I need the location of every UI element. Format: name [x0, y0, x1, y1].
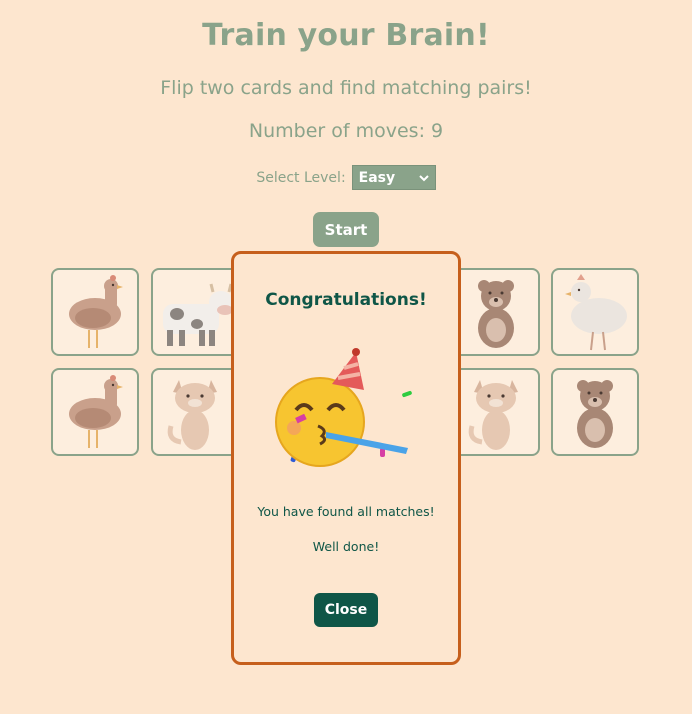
moves-counter: Number of moves: 9: [248, 120, 444, 142]
page-title: Train your Brain!: [202, 18, 490, 53]
bear-icon: [478, 280, 514, 348]
start-button[interactable]: Start: [313, 212, 379, 247]
modal-title: Congratulations!: [265, 290, 427, 310]
chicken-icon: [69, 275, 123, 348]
page-subtitle: Flip two cards and find matching pairs!: [160, 77, 532, 99]
card-bear[interactable]: [452, 268, 540, 356]
card-chicken[interactable]: [51, 268, 139, 356]
level-select[interactable]: Easy: [351, 165, 436, 190]
card-hen[interactable]: [551, 268, 639, 356]
level-selector-row: Select Level: Easy: [0, 165, 692, 190]
card-cat[interactable]: [452, 368, 540, 456]
chicken-icon: [69, 375, 123, 448]
cat-icon: [468, 380, 518, 450]
hen-icon: [565, 274, 627, 351]
cat-icon: [167, 380, 217, 450]
modal-sub-message: Well done!: [312, 539, 380, 554]
modal-message: You have found all matches!: [257, 504, 435, 519]
level-select-value: Easy: [358, 169, 396, 186]
bear-icon: [577, 380, 613, 448]
chevron-down-icon: [418, 170, 429, 186]
card-bear[interactable]: [551, 368, 639, 456]
party-face-icon: [272, 344, 422, 478]
close-button[interactable]: Close: [314, 593, 378, 627]
level-label: Select Level:: [256, 169, 346, 186]
card-cat[interactable]: [151, 368, 239, 456]
cow-icon: [163, 283, 233, 346]
card-chicken[interactable]: [51, 368, 139, 456]
card-cow[interactable]: [151, 268, 239, 356]
congratulations-modal: Congratulations! You have found all matc…: [231, 251, 461, 665]
